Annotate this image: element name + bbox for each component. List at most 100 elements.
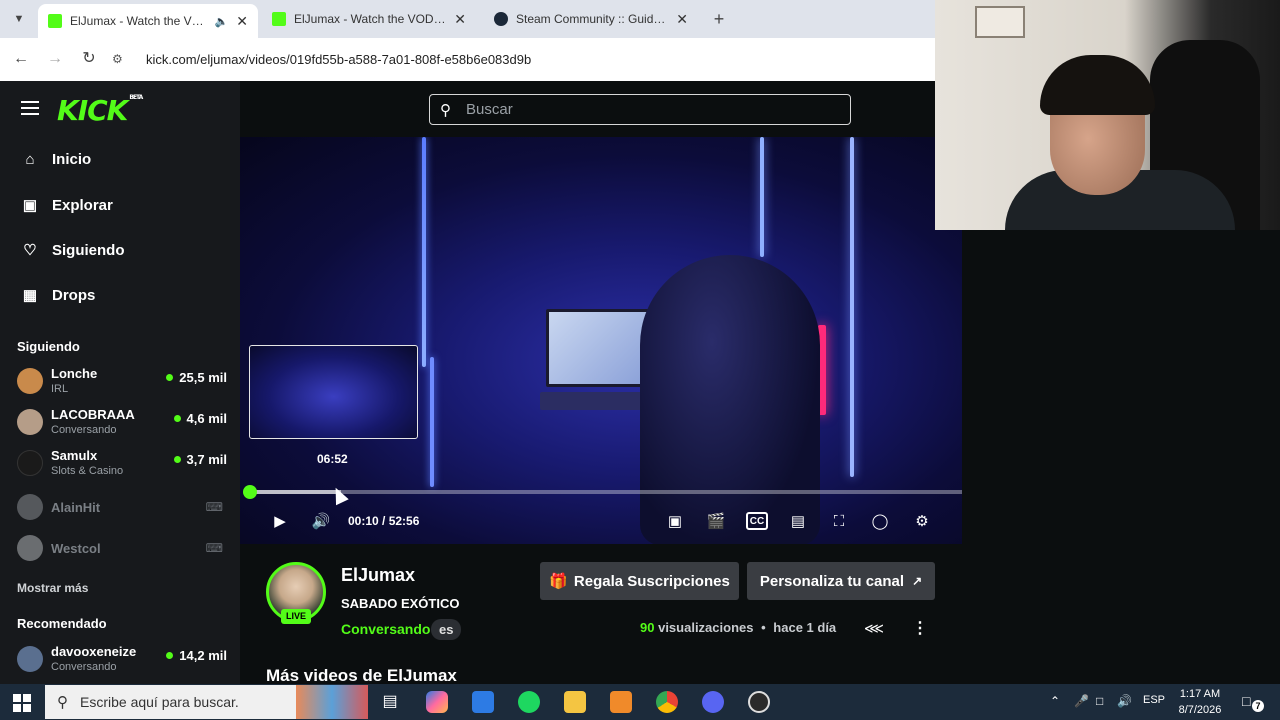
time-display: 00:10 / 52:56 [348, 514, 420, 528]
sidebar-channel-samulx[interactable]: Samulx Slots & Casino 3,7 mil [17, 446, 227, 482]
task-view-icon[interactable]: ▤ [379, 691, 401, 713]
play-button[interactable]: ▶ [270, 509, 290, 533]
back-icon[interactable]: ← [10, 48, 32, 70]
new-tab-icon[interactable]: + [708, 8, 730, 30]
drops-icon: ▦ [22, 287, 38, 304]
settings-gear-icon[interactable]: ⚙ [911, 509, 933, 533]
search-placeholder: Buscar [466, 101, 513, 118]
language-indicator[interactable]: ESP [1143, 694, 1165, 706]
volume-button[interactable]: 🔊 [310, 509, 332, 533]
chrome-icon[interactable] [656, 691, 678, 713]
steam-favicon-icon [494, 12, 508, 26]
video-stats: 90 visualizaciones • hace 1 día [640, 620, 836, 635]
kick-logo[interactable]: KICK BETA [57, 94, 143, 127]
nav-explorar[interactable]: ▣ Explorar [20, 196, 113, 215]
close-tab-icon[interactable]: ✕ [236, 13, 248, 30]
playback-speed-button[interactable]: ◯ [869, 509, 891, 533]
fullscreen-button[interactable]: ⛶ [828, 509, 850, 533]
taskbar-clock[interactable]: 1:17 AM 8/7/2026 [1172, 686, 1228, 718]
theater-mode-button[interactable]: ▤ [787, 509, 809, 533]
nav-label: Explorar [52, 196, 113, 214]
hamburger-menu-icon[interactable] [21, 101, 39, 119]
forward-icon[interactable]: → [44, 48, 66, 70]
views-label: visualizaciones [658, 620, 754, 635]
channel-name[interactable]: ElJumax [341, 565, 415, 586]
miniplayer-button[interactable]: ▣ [664, 509, 686, 533]
more-options-icon[interactable]: ⋮ [912, 618, 928, 638]
show-hidden-icons-chevron-icon[interactable]: ⌃ [1050, 694, 1060, 708]
share-icon[interactable]: ⋘ [864, 620, 884, 637]
browser-tab-3[interactable]: Steam Community :: Guide :: Co ✕ [484, 4, 698, 34]
sidebar-channel-davooxeneize[interactable]: davooxeneize Conversando 14,2 mil [17, 642, 227, 678]
fl-studio-icon[interactable] [610, 691, 632, 713]
nav-label: Inicio [52, 151, 92, 168]
speaker-icon: 🔈 [214, 15, 229, 28]
sidebar-channel-lonche[interactable]: Lonche IRL 25,5 mil [17, 364, 227, 400]
seek-preview-thumbnail [249, 345, 418, 439]
microsoft-store-icon[interactable] [472, 691, 494, 713]
viewer-count: 3,7 mil [173, 452, 227, 467]
recommended-section-title: Recomendado [17, 616, 107, 631]
browser-chrome: ▼ ElJumax - Watch the VOD o 🔈 ✕ ElJumax … [0, 0, 935, 81]
avatar [17, 368, 43, 394]
live-dot-icon [166, 652, 174, 659]
progress-thumb[interactable] [243, 485, 258, 499]
spotify-icon[interactable] [518, 691, 540, 713]
network-icon[interactable]: □ [1096, 694, 1103, 708]
file-explorer-icon[interactable] [564, 691, 586, 713]
browser-tab-2[interactable]: ElJumax - Watch the VOD on Ki ✕ [262, 4, 476, 34]
tab-title: ElJumax - Watch the VOD o [70, 14, 209, 28]
language-tag[interactable]: es [431, 619, 462, 640]
compass-icon: ▣ [22, 197, 38, 214]
address-bar[interactable]: ⚙ kick.com/eljumax/videos/019fd55b-a588-… [112, 44, 932, 74]
kick-favicon-icon [48, 14, 62, 28]
customize-channel-button[interactable]: Personaliza tu canal ↗ [747, 562, 935, 600]
avatar [17, 409, 43, 435]
site-info-icon[interactable]: ⚙ [112, 52, 132, 66]
sidebar-channel-lacobraaa[interactable]: LACOBRAAA Conversando 4,6 mil [17, 405, 227, 441]
copilot-icon[interactable] [426, 691, 448, 713]
close-tab-icon[interactable]: ✕ [676, 11, 688, 28]
sidebar-channel-westcol[interactable]: Westcol ⌨ [17, 531, 227, 567]
notifications-icon[interactable]: □ 7 [1242, 693, 1264, 712]
windows-start-icon[interactable] [13, 694, 31, 712]
heart-icon: ♡ [23, 242, 37, 259]
volume-icon[interactable]: 🔊 [1117, 694, 1132, 708]
nav-inicio[interactable]: ⌂ Inicio [20, 151, 91, 168]
avatar [17, 494, 43, 520]
tab-list-chevron-icon[interactable]: ▼ [8, 8, 30, 30]
clip-button[interactable]: 🎬 [705, 509, 727, 533]
clock-time: 1:17 AM [1179, 688, 1221, 700]
sidebar-channel-alainhit[interactable]: AlainHit ⌨ [17, 490, 227, 526]
obs-icon[interactable] [748, 691, 770, 713]
discord-icon[interactable] [702, 691, 724, 713]
avatar [17, 535, 43, 561]
reload-icon[interactable]: ↻ [78, 48, 100, 70]
close-tab-icon[interactable]: ✕ [454, 11, 466, 28]
live-dot-icon [173, 415, 181, 422]
channel-name: Samulx [51, 448, 98, 463]
progress-bar[interactable] [243, 485, 962, 499]
search-input[interactable]: ⚲ Buscar [429, 94, 851, 125]
channel-name: AlainHit [51, 500, 101, 515]
nav-drops[interactable]: ▦ Drops [20, 286, 95, 305]
microphone-icon[interactable]: 🎤 [1074, 694, 1089, 708]
live-badge: LIVE [281, 609, 311, 624]
category-link[interactable]: Conversando [341, 621, 430, 637]
nav-siguiendo[interactable]: ♡ Siguiendo [20, 241, 124, 260]
video-player[interactable]: 06:52 ▶ 🔊 00:10 / 52:56 ▣ 🎬 CC ▤ ⛶ ◯ ⚙ [240, 137, 962, 544]
sidebar: KICK BETA ⌂ Inicio ▣ Explorar ♡ Siguiendo… [0, 81, 240, 684]
show-more-link[interactable]: Mostrar más [17, 581, 88, 595]
gift-subscriptions-button[interactable]: 🎁 Regala Suscripciones [540, 562, 739, 600]
captions-button[interactable]: CC [746, 512, 768, 530]
channel-name: Lonche [51, 366, 98, 381]
search-icon: ⚲ [57, 694, 68, 711]
viewer-count-text: 14,2 mil [179, 648, 227, 663]
channel-category: Conversando [51, 661, 117, 673]
view-count: 90 [640, 620, 655, 635]
browser-tab-1[interactable]: ElJumax - Watch the VOD o 🔈 ✕ [38, 4, 258, 38]
channel-category: IRL [51, 383, 69, 395]
tab-bar: ▼ ElJumax - Watch the VOD o 🔈 ✕ ElJumax … [0, 0, 935, 38]
gift-icon: 🎁 [549, 573, 568, 590]
kick-app: KICK BETA ⌂ Inicio ▣ Explorar ♡ Siguiendo… [0, 81, 962, 685]
